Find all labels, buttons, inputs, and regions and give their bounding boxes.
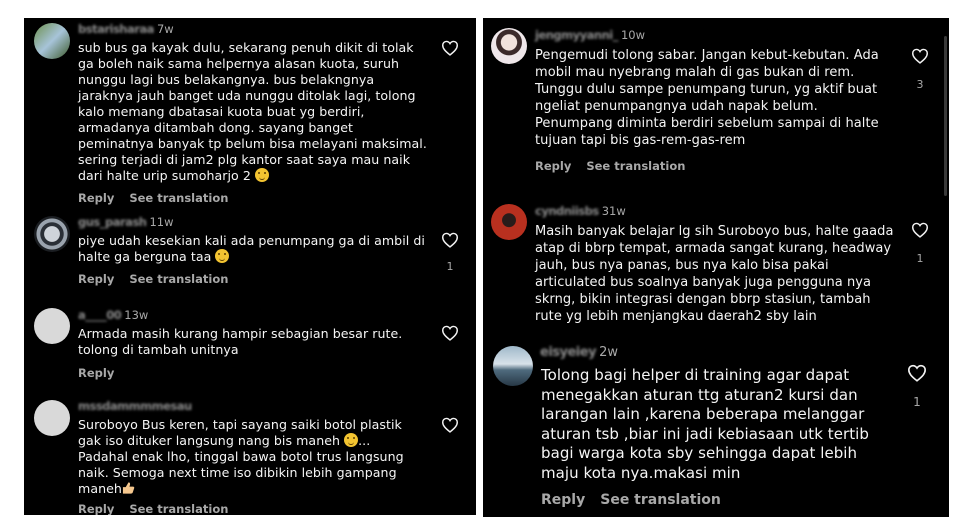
comment-actions: Reply xyxy=(78,366,129,380)
like-count: 3 xyxy=(916,78,924,91)
comment-body: sub bus ga kayak dulu, sekarang penuh di… xyxy=(78,40,427,183)
thumbs-up-icon xyxy=(122,482,135,494)
comment-text: Pengemudi tolong sabar. Jangan kebut-keb… xyxy=(535,48,879,148)
reply-button[interactable]: Reply xyxy=(78,366,114,380)
username[interactable]: gus_parash xyxy=(78,215,147,229)
avatar[interactable] xyxy=(34,23,70,59)
username[interactable]: mssdammmmesau xyxy=(78,399,192,413)
sad-face-emoji xyxy=(254,168,269,182)
username[interactable]: a____00 xyxy=(78,308,122,322)
comment-body: piye udah kesekian kali ada penumpang ga… xyxy=(78,233,425,264)
username[interactable]: jengmyyanni_ xyxy=(535,28,618,42)
comment-meta: eisyeiey 2w xyxy=(540,345,618,360)
comment-meta: bstarisharaa 7w xyxy=(78,22,174,36)
left-comments-panel: bstarisharaa 7w sub bus ga kayak dulu, se… xyxy=(24,18,476,515)
comment-actions: Reply See translation xyxy=(535,159,700,173)
comment-actions: Reply See translation xyxy=(78,272,243,286)
heart-icon[interactable] xyxy=(441,325,459,341)
see-translation-button[interactable]: See translation xyxy=(129,272,228,286)
right-comments-panel: jengmyyanni_ 10w Pengemudi tolong sabar. … xyxy=(483,18,949,517)
timestamp: 11w xyxy=(149,215,174,229)
comment-ellipsis: ... xyxy=(358,433,371,448)
avatar[interactable] xyxy=(34,308,70,344)
username[interactable]: eisyeiey xyxy=(540,345,597,360)
heart-icon[interactable] xyxy=(441,417,459,433)
comment-text: Suroboyo Bus keren, tapi sayang saiki bo… xyxy=(78,417,404,497)
timestamp: 31w xyxy=(601,204,626,218)
comment-text: Tolong bagi helper di training agar dapa… xyxy=(541,366,869,482)
avatar[interactable] xyxy=(491,28,527,64)
like-count: 1 xyxy=(913,395,921,409)
avatar[interactable] xyxy=(34,216,70,252)
comment-meta: jengmyyanni_ 10w xyxy=(535,28,645,42)
avatar[interactable] xyxy=(491,204,527,240)
heart-icon[interactable] xyxy=(911,48,929,64)
comment-meta: mssdammmmesau xyxy=(78,399,192,413)
comment-actions: Reply See translation xyxy=(78,191,243,205)
timestamp: 13w xyxy=(124,308,149,322)
comment-text: sub bus ga kayak dulu, sekarang penuh di… xyxy=(78,40,427,184)
comment-meta: a____00 13w xyxy=(78,308,148,322)
comment-meta: cyndniisbs 31w xyxy=(535,204,626,218)
timestamp: 2w xyxy=(599,345,618,360)
timestamp: 10w xyxy=(620,28,646,42)
comment-actions: Reply See translation xyxy=(78,502,243,515)
username[interactable]: cyndniisbs xyxy=(535,204,599,218)
comment-text: Armada masih kurang hampir sebagian besa… xyxy=(78,326,403,357)
heart-icon[interactable] xyxy=(911,222,929,238)
comment-text: piye udah kesekian kali ada penumpang ga… xyxy=(78,233,425,265)
reply-button[interactable]: Reply xyxy=(541,492,585,508)
reply-button[interactable]: Reply xyxy=(78,191,114,205)
avatar[interactable] xyxy=(493,346,533,386)
reply-button[interactable]: Reply xyxy=(535,159,571,173)
see-translation-button[interactable]: See translation xyxy=(600,492,721,508)
see-translation-button[interactable]: See translation xyxy=(129,502,228,515)
like-count: 1 xyxy=(916,252,924,265)
heart-icon[interactable] xyxy=(441,40,459,56)
avatar[interactable] xyxy=(34,400,70,436)
see-translation-button[interactable]: See translation xyxy=(586,159,685,173)
scrollbar[interactable] xyxy=(944,36,947,196)
heart-icon[interactable] xyxy=(907,364,927,382)
comment-actions: Reply See translation xyxy=(541,492,736,508)
like-count: 1 xyxy=(446,260,454,273)
comment-meta: gus_parash 11w xyxy=(78,215,174,229)
username[interactable]: bstarisharaa xyxy=(78,22,154,36)
heart-icon[interactable] xyxy=(441,232,459,248)
comment-text: Masih banyak belajar lg sih Suroboyo bus… xyxy=(535,224,894,324)
timestamp: 7w xyxy=(156,22,174,36)
sweat-face-emoji xyxy=(344,433,359,447)
laughing-face-emoji xyxy=(215,249,230,263)
see-translation-button[interactable]: See translation xyxy=(129,191,228,205)
reply-button[interactable]: Reply xyxy=(78,272,114,286)
reply-button[interactable]: Reply xyxy=(78,502,114,515)
